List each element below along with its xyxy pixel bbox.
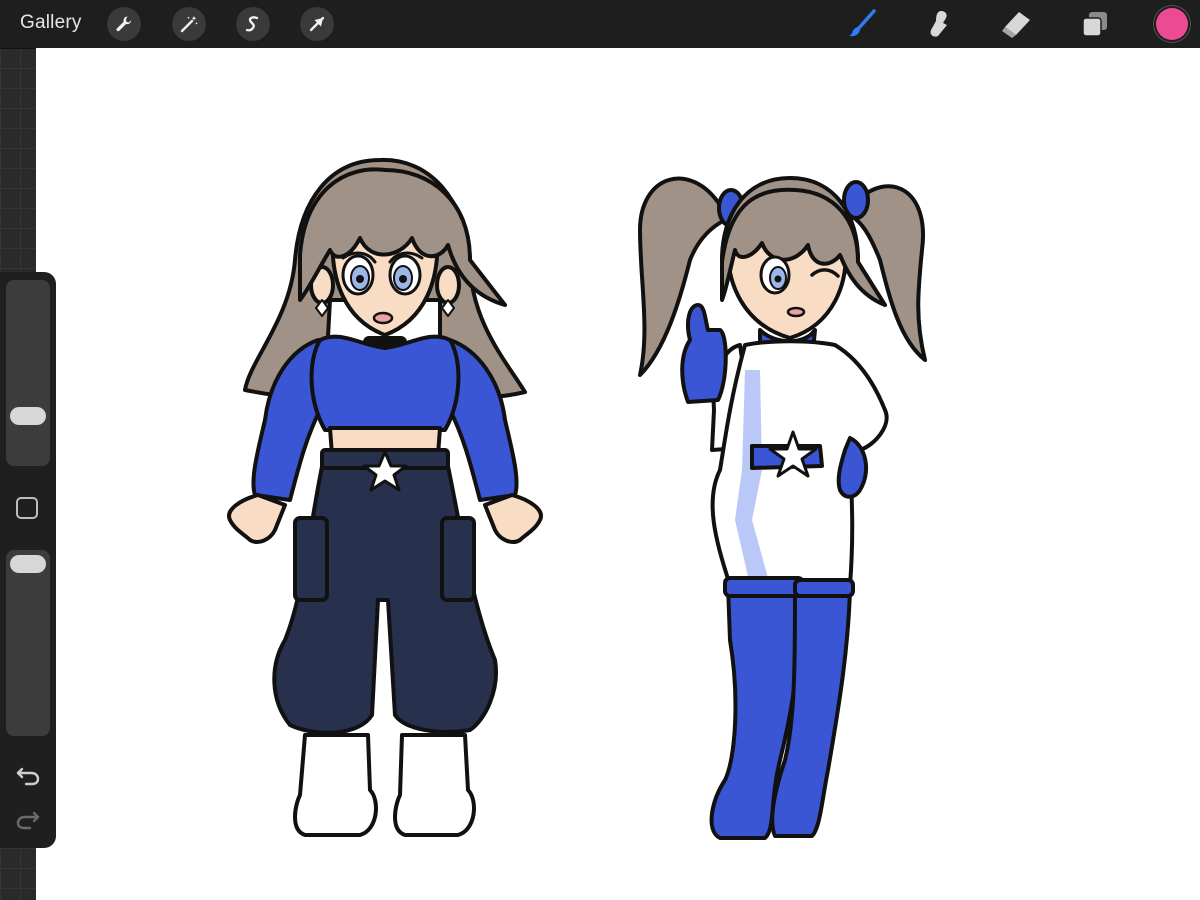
magic-wand-icon [180,16,198,33]
character-star-suit [638,176,927,840]
actions-button[interactable] [107,7,141,41]
smudge-tool[interactable] [922,6,958,42]
character-casual-outfit [227,157,543,837]
color-picker-swatch[interactable] [1156,8,1188,40]
artwork [227,157,927,840]
top-toolbar: Gallery [0,0,1200,49]
layers-tool[interactable] [1077,6,1113,42]
brush-tool[interactable] [844,6,880,42]
opacity-thumb[interactable] [10,555,46,573]
redo-icon[interactable] [14,804,42,832]
eraser-icon [1002,12,1030,38]
modify-button[interactable] [16,497,38,519]
brush-icon [849,9,876,37]
layers-icon [1082,12,1107,37]
selection-button[interactable] [236,7,270,41]
left-sidebar [0,272,56,848]
brush-size-thumb[interactable] [10,407,46,425]
drawing-canvas[interactable] [36,48,1200,900]
eraser-tool[interactable] [998,6,1034,42]
transform-arrow-icon [309,16,325,32]
undo-icon[interactable] [14,760,42,788]
wrench-icon [116,16,132,32]
opacity-slider[interactable] [6,550,50,736]
adjustments-button[interactable] [172,7,206,41]
selection-icon [245,16,259,32]
brush-size-slider[interactable] [6,280,50,466]
gallery-button[interactable]: Gallery [20,12,82,34]
transform-button[interactable] [300,7,334,41]
smudge-icon [930,11,947,37]
